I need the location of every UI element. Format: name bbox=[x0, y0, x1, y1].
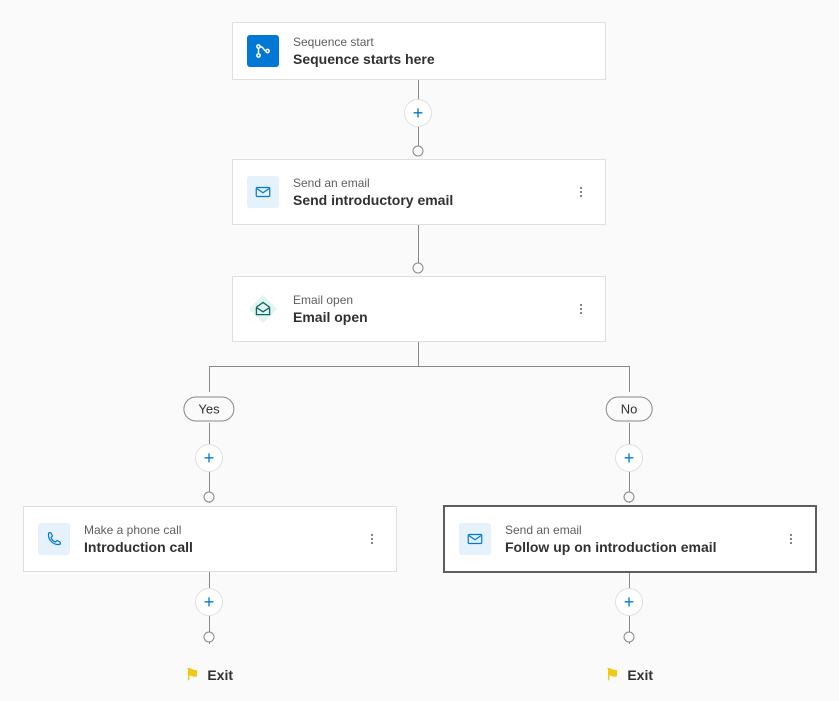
branch-icon bbox=[247, 35, 279, 67]
node-send-email[interactable]: Send an email Send introductory email bbox=[232, 159, 606, 225]
node-title: Email open bbox=[293, 309, 368, 325]
branch-no-label: No bbox=[606, 397, 653, 422]
connector-joint bbox=[204, 492, 215, 503]
node-more-button[interactable] bbox=[362, 529, 382, 549]
connector-joint bbox=[624, 492, 635, 503]
add-step-button[interactable]: + bbox=[195, 588, 223, 616]
node-condition-email-open[interactable]: Email open Email open bbox=[232, 276, 606, 342]
node-more-button[interactable] bbox=[571, 299, 591, 319]
exit-label: Exit bbox=[207, 667, 233, 683]
exit-marker: ⚑ Exit bbox=[185, 665, 233, 685]
connector-joint bbox=[413, 146, 424, 157]
node-title: Send introductory email bbox=[293, 192, 453, 208]
connector-joint bbox=[204, 632, 215, 643]
phone-icon bbox=[38, 523, 70, 555]
add-step-button[interactable]: + bbox=[404, 99, 432, 127]
connector-joint bbox=[624, 632, 635, 643]
sequence-canvas: + Yes No + + + + ⚑ Exit ⚑ Exit bbox=[0, 0, 839, 701]
node-type-label: Sequence start bbox=[293, 35, 435, 49]
node-type-label: Email open bbox=[293, 293, 368, 307]
node-more-button[interactable] bbox=[571, 182, 591, 202]
flag-icon: ⚑ bbox=[605, 665, 619, 685]
exit-marker: ⚑ Exit bbox=[605, 665, 653, 685]
exit-label: Exit bbox=[627, 667, 653, 683]
node-title: Introduction call bbox=[84, 539, 193, 555]
node-type-label: Send an email bbox=[293, 176, 453, 190]
node-phone-call[interactable]: Make a phone call Introduction call bbox=[23, 506, 397, 572]
node-send-email-followup[interactable]: Send an email Follow up on introduction … bbox=[443, 505, 817, 573]
flag-icon: ⚑ bbox=[185, 665, 199, 685]
add-step-button[interactable]: + bbox=[615, 444, 643, 472]
node-type-label: Send an email bbox=[505, 523, 717, 537]
add-step-button[interactable]: + bbox=[195, 444, 223, 472]
branch-yes-label: Yes bbox=[183, 397, 234, 422]
node-title: Follow up on introduction email bbox=[505, 539, 717, 555]
node-title: Sequence starts here bbox=[293, 51, 435, 67]
add-step-button[interactable]: + bbox=[615, 588, 643, 616]
node-sequence-start[interactable]: Sequence start Sequence starts here bbox=[232, 22, 606, 80]
node-more-button[interactable] bbox=[781, 529, 801, 549]
email-open-icon bbox=[247, 293, 279, 325]
node-type-label: Make a phone call bbox=[84, 523, 193, 537]
mail-icon bbox=[459, 523, 491, 555]
mail-icon bbox=[247, 176, 279, 208]
connector-joint bbox=[413, 263, 424, 274]
